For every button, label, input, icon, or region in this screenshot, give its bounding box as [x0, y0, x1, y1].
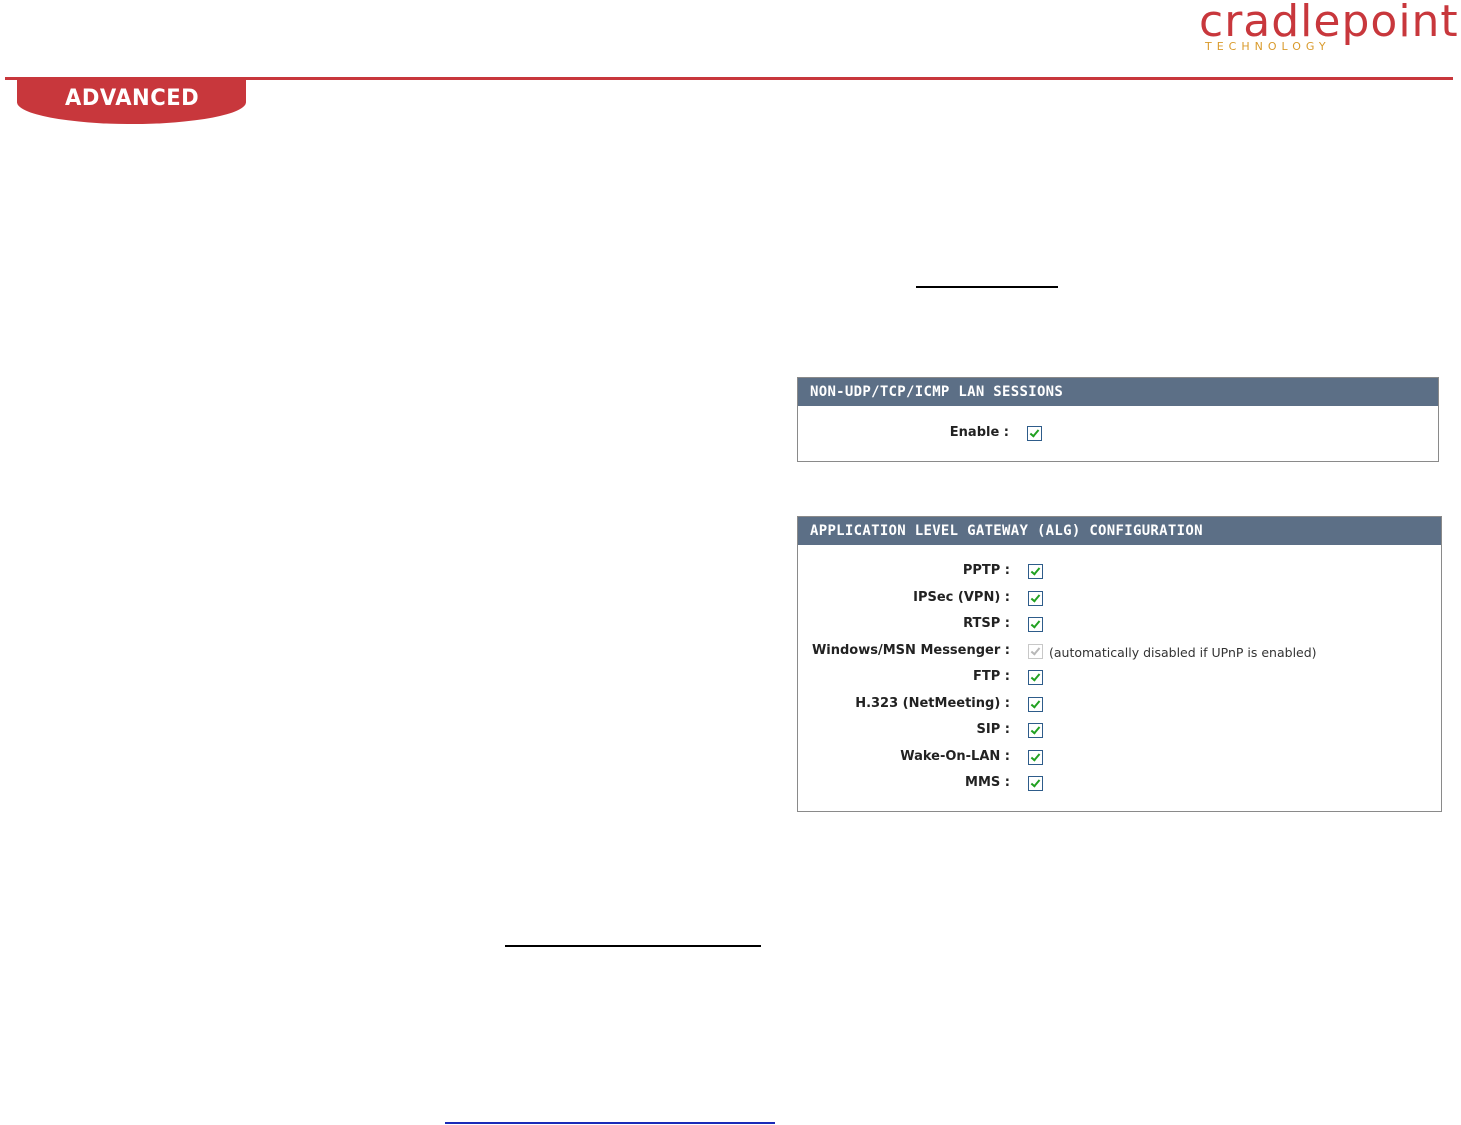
alg-row-pptp: PPTP : — [798, 561, 1441, 581]
windows-msn-messenger-checkbox — [1028, 643, 1043, 659]
h323-netmeeting-label: H.323 (NetMeeting) : — [855, 695, 1010, 711]
ftp-checkbox[interactable] — [1028, 670, 1043, 685]
lan-sessions-panel: NON-UDP/TCP/ICMP LAN SESSIONS Enable : — [797, 377, 1439, 462]
alg-panel: APPLICATION LEVEL GATEWAY (ALG) CONFIGUR… — [797, 516, 1442, 812]
alg-row-ipsec-vpn: IPSec (VPN) : — [798, 588, 1441, 608]
wake-on-lan-label: Wake-On-LAN : — [900, 748, 1010, 764]
alg-row-mms: MMS : — [798, 773, 1441, 793]
alg-title: APPLICATION LEVEL GATEWAY (ALG) CONFIGUR… — [798, 517, 1441, 545]
alg-row-h323-netmeeting: H.323 (NetMeeting) : — [798, 694, 1441, 714]
mms-checkbox[interactable] — [1028, 776, 1043, 791]
section-tab-advanced: ADVANCED — [17, 80, 246, 124]
pptp-checkbox[interactable] — [1028, 564, 1043, 579]
pptp-label: PPTP : — [962, 563, 1010, 578]
alg-row-ftp: FTP : — [798, 667, 1441, 687]
h323-netmeeting-checkbox[interactable] — [1028, 696, 1043, 712]
ftp-label: FTP : — [972, 669, 1010, 684]
ipsec-vpn-label: IPSec (VPN) : — [913, 589, 1010, 605]
cradlepoint-logo: cradlepoint TECHNOLOGY — [1195, 0, 1458, 58]
sip-label: SIP : — [976, 722, 1010, 737]
alg-row-wake-on-lan: Wake-On-LAN : — [798, 747, 1441, 767]
underline-rule — [505, 945, 761, 947]
logo-subtext: TECHNOLOGY — [1205, 40, 1331, 53]
ipsec-vpn-checkbox[interactable] — [1028, 590, 1043, 606]
underline-rule — [916, 286, 1058, 288]
enable-row: Enable : — [798, 423, 1438, 443]
windows-msn-messenger-label: Windows/MSN Messenger : — [811, 642, 1010, 658]
enable-checkbox[interactable] — [1027, 426, 1042, 441]
alg-row-sip: SIP : — [798, 720, 1441, 740]
rtsp-label: RTSP : — [963, 616, 1010, 631]
wake-on-lan-checkbox[interactable] — [1028, 749, 1043, 765]
rtsp-checkbox[interactable] — [1028, 617, 1043, 632]
lan-sessions-title: NON-UDP/TCP/ICMP LAN SESSIONS — [798, 378, 1438, 406]
alg-row-windows-msn-messenger: Windows/MSN Messenger : (automatically di… — [798, 641, 1441, 661]
sip-checkbox[interactable] — [1028, 723, 1043, 738]
enable-label: Enable : — [949, 425, 1009, 440]
mms-label: MMS : — [965, 775, 1010, 790]
section-tab-label: ADVANCED — [65, 86, 200, 111]
link-underline — [445, 1122, 775, 1124]
windows-msn-messenger-note: (automatically disabled if UPnP is enabl… — [1049, 644, 1317, 660]
alg-row-rtsp: RTSP : — [798, 614, 1441, 634]
